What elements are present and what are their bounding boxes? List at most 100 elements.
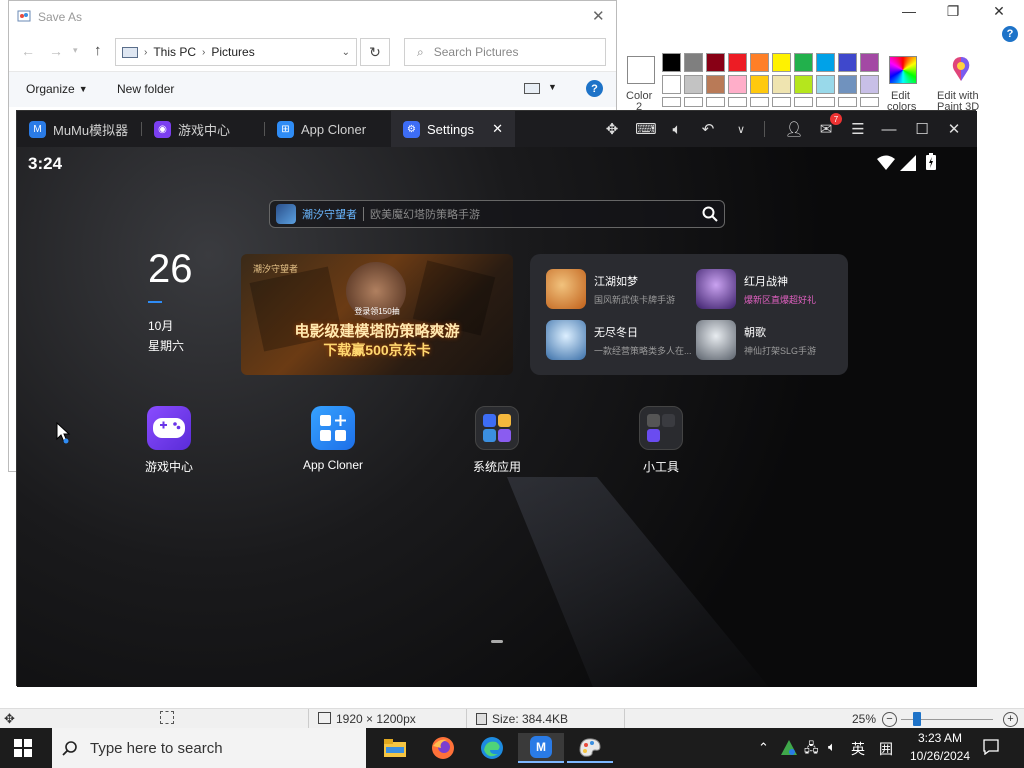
organize-button[interactable]: Organize ▼ — [26, 82, 88, 96]
game-jianghu[interactable]: 江湖如梦 国风新武侠卡牌手游 — [546, 269, 675, 309]
palette-swatch[interactable] — [816, 75, 835, 94]
paint-taskbar-icon[interactable] — [567, 733, 613, 763]
save-as-close-button[interactable]: ✕ — [592, 7, 605, 25]
mumu-taskbar-icon[interactable]: M — [518, 733, 564, 763]
search-magnifier-icon[interactable] — [702, 206, 718, 222]
palette-custom-swatch[interactable] — [662, 97, 681, 107]
palette-swatch[interactable] — [772, 53, 791, 72]
paint3d-icon[interactable] — [946, 54, 976, 84]
firefox-icon[interactable] — [420, 733, 466, 763]
palette-swatch[interactable] — [728, 75, 747, 94]
palette-swatch[interactable] — [662, 53, 681, 72]
promo-banner[interactable]: 潮汐守望者 登录领150抽 电影级建模塔防策略爽游 下载赢500京东卡 — [241, 254, 513, 375]
palette-custom-swatch[interactable] — [794, 97, 813, 107]
back-icon[interactable]: ↶ — [697, 119, 719, 139]
palette-custom-swatch[interactable] — [706, 97, 725, 107]
show-hidden-icons-chevron[interactable]: ⌃ — [758, 740, 769, 756]
palette-swatch[interactable] — [772, 75, 791, 94]
maximize-icon[interactable]: ☐ — [911, 119, 933, 139]
taskbar-date[interactable]: 10/26/2024 — [906, 749, 974, 763]
palette-swatch[interactable] — [816, 53, 835, 72]
back-arrow-icon[interactable]: ← — [21, 43, 35, 59]
system-apps-folder-icon[interactable] — [475, 406, 519, 450]
paint-close-button[interactable]: ✕ — [976, 0, 1022, 22]
palette-swatch[interactable] — [794, 75, 813, 94]
tab-app-cloner[interactable]: ⊞ App Cloner — [265, 111, 391, 147]
tab-settings[interactable]: ⚙ Settings ✕ — [391, 111, 515, 147]
ime-mode-icon[interactable]: 囲 — [879, 739, 893, 759]
breadcrumb-pictures[interactable]: Pictures — [211, 45, 254, 59]
keyboard-mapping-icon[interactable]: ✥ — [601, 119, 623, 139]
notification-center-icon[interactable] — [983, 739, 999, 756]
address-dropdown-icon[interactable]: ⌄ — [342, 47, 350, 58]
palette-swatch[interactable] — [860, 75, 879, 94]
breadcrumb-this-pc[interactable]: This PC — [153, 45, 196, 59]
close-icon[interactable]: ✕ — [943, 119, 965, 139]
palette-custom-swatch[interactable] — [684, 97, 703, 107]
paint-maximize-button[interactable]: ❐ — [930, 0, 976, 22]
palette-swatch[interactable] — [684, 53, 703, 72]
taskbar-time[interactable]: 3:23 AM — [908, 731, 972, 745]
palette-swatch[interactable] — [838, 53, 857, 72]
banner-subline: 下载赢500京东卡 — [323, 342, 431, 358]
forward-arrow-icon[interactable]: → — [49, 43, 63, 59]
input-method-indicator[interactable]: 英 — [851, 739, 865, 759]
up-arrow-icon[interactable]: ↑ — [94, 42, 102, 59]
zoom-in-button[interactable]: + — [1003, 712, 1018, 727]
address-bar[interactable]: › This PC › Pictures ⌄ — [115, 38, 357, 66]
palette-swatch[interactable] — [684, 75, 703, 94]
tab-game-center[interactable]: ◉ 游戏中心 — [142, 111, 264, 147]
zoom-out-button[interactable]: − — [882, 712, 897, 727]
palette-swatch[interactable] — [750, 53, 769, 72]
speaker-icon[interactable]: 🔈︎ — [828, 739, 836, 755]
network-icon[interactable]: 🖧︎ — [804, 739, 819, 761]
palette-swatch[interactable] — [706, 53, 725, 72]
edge-icon[interactable] — [469, 733, 515, 763]
search-pictures-input[interactable]: ⌕ Search Pictures — [404, 38, 606, 66]
minimize-icon[interactable]: — — [878, 119, 900, 139]
tray-app-icon[interactable] — [780, 739, 798, 757]
file-explorer-icon[interactable] — [372, 733, 418, 763]
game-wujin[interactable]: 无尽冬日 一款经营策略类多人在... — [546, 320, 692, 360]
palette-swatch[interactable] — [794, 53, 813, 72]
paint-minimize-button[interactable]: — — [886, 0, 932, 22]
palette-custom-swatch[interactable] — [750, 97, 769, 107]
tab-mumu[interactable]: M MuMu模拟器 — [17, 111, 141, 147]
more-chevron-icon[interactable]: ∨ — [730, 119, 752, 139]
palette-swatch[interactable] — [860, 53, 879, 72]
view-dropdown-icon[interactable]: ▼ — [548, 82, 557, 92]
palette-custom-swatch[interactable] — [772, 97, 791, 107]
tools-folder-icon[interactable] — [639, 406, 683, 450]
taskbar-search-box[interactable]: Type here to search — [52, 728, 366, 768]
new-folder-button[interactable]: New folder — [117, 82, 174, 96]
save-as-help-icon[interactable]: ? — [586, 80, 603, 97]
user-icon[interactable]: 👤︎ — [783, 119, 805, 139]
home-indicator[interactable] — [491, 640, 503, 643]
palette-custom-swatch[interactable] — [728, 97, 747, 107]
refresh-button[interactable]: ↻ — [360, 38, 390, 66]
windows-start-icon[interactable] — [14, 739, 32, 757]
palette-custom-swatch[interactable] — [816, 97, 835, 107]
menu-icon[interactable]: ☰ — [847, 119, 869, 139]
palette-swatch[interactable] — [750, 75, 769, 94]
game-center-icon[interactable] — [147, 406, 191, 450]
edit-colors-icon[interactable] — [889, 56, 917, 84]
palette-swatch[interactable] — [662, 75, 681, 94]
game-zhaoge[interactable]: 朝歌 神仙打架SLG手游 — [696, 320, 816, 360]
palette-custom-swatch[interactable] — [860, 97, 879, 107]
volume-icon[interactable]: 🔈︎ — [666, 119, 688, 139]
app-cloner-desktop-icon[interactable] — [311, 406, 355, 450]
keyboard-icon[interactable]: ⌨ — [635, 119, 657, 139]
recent-dropdown-icon[interactable]: ▾ — [73, 45, 78, 56]
app-search-bar[interactable]: 潮汐守望者 欧美魔幻塔防策略手游 — [269, 200, 725, 228]
color2-swatch[interactable] — [627, 56, 655, 84]
tab-close-icon[interactable]: ✕ — [492, 121, 503, 137]
view-options-icon[interactable] — [524, 83, 540, 94]
palette-swatch[interactable] — [728, 53, 747, 72]
palette-swatch[interactable] — [706, 75, 725, 94]
zoom-slider-thumb[interactable] — [913, 712, 921, 726]
paint-help-icon[interactable]: ? — [1002, 26, 1018, 42]
game-hongyue[interactable]: 红月战神 爆新区直爆超好礼 — [696, 269, 816, 309]
palette-swatch[interactable] — [838, 75, 857, 94]
palette-custom-swatch[interactable] — [838, 97, 857, 107]
